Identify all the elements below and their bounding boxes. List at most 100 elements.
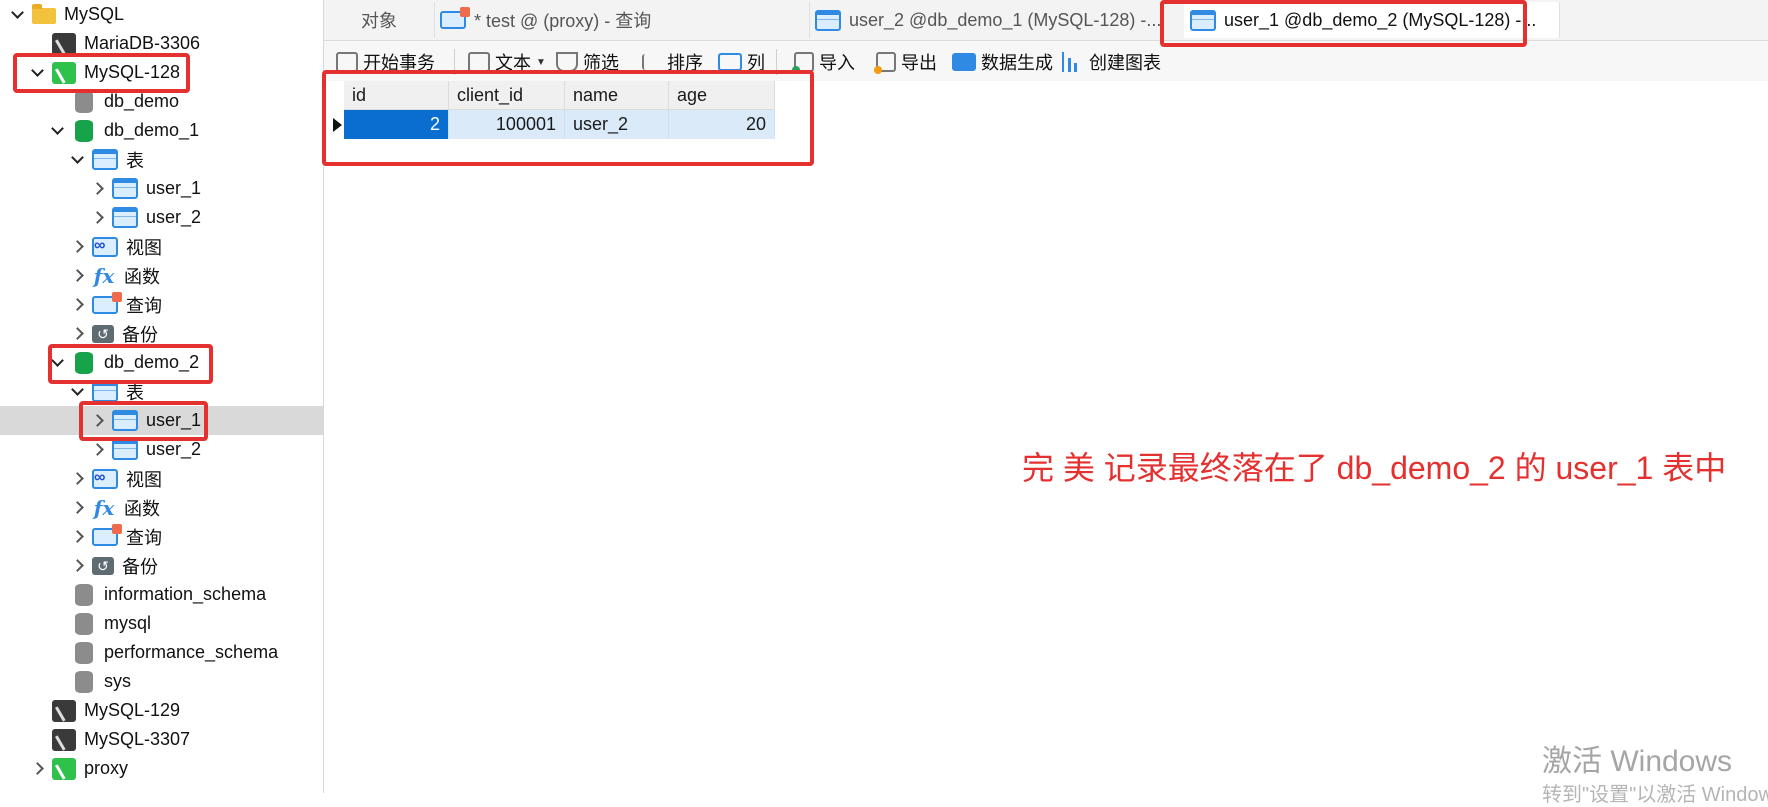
- tree-item-label: 函数: [124, 498, 160, 519]
- table-data-view: id client_id name age 2 100001 user_2 20…: [324, 81, 1768, 793]
- chevron-right-icon[interactable]: [88, 441, 106, 459]
- tree-item-label: MariaDB-3306: [84, 33, 201, 53]
- import-icon: [792, 52, 814, 74]
- chevron-right-icon[interactable]: [68, 267, 86, 285]
- view-icon: [92, 468, 118, 489]
- create-chart-button[interactable]: 创建图表: [1062, 49, 1161, 75]
- database-icon: [75, 583, 93, 606]
- tree-item-backups[interactable]: ↺ 备份: [0, 551, 323, 580]
- tables-icon: [92, 381, 118, 402]
- tab-objects[interactable]: 对象: [324, 2, 435, 38]
- tree-item-label: 查询: [126, 295, 162, 316]
- function-icon: fx: [93, 495, 115, 520]
- highlight-box-active-tab: [1160, 0, 1527, 47]
- highlight-box-db-demo-2: [48, 344, 213, 384]
- tree-item-table-user-1[interactable]: user_1: [0, 174, 323, 203]
- tab-user-2-label: user_2 @db_demo_1 (MySQL-128) -...: [849, 9, 1162, 30]
- tree-item-label: MySQL: [64, 4, 125, 24]
- chevron-right-icon[interactable]: [68, 499, 86, 517]
- database-icon: [75, 90, 93, 113]
- create-chart-label: 创建图表: [1089, 53, 1161, 73]
- backup-icon: ↺: [92, 324, 114, 343]
- tree-item-label: 备份: [122, 556, 158, 577]
- tree-item-performance-schema[interactable]: performance_schema: [0, 638, 323, 667]
- tree-item-views[interactable]: 视图: [0, 232, 323, 261]
- table-icon: [112, 178, 138, 199]
- tree-item-db-demo-1[interactable]: db_demo_1: [0, 116, 323, 145]
- table-icon: [112, 207, 138, 228]
- data-generation-icon: [952, 53, 976, 71]
- tree-item-label: 视图: [126, 237, 162, 258]
- tree-item-functions[interactable]: fx 函数: [0, 261, 323, 290]
- chevron-right-icon[interactable]: [68, 470, 86, 488]
- chevron-down-icon[interactable]: [68, 383, 86, 401]
- tree-item-label: sys: [104, 671, 131, 691]
- tree-item-label: mysql: [104, 613, 152, 633]
- tree-item-label: performance_schema: [104, 642, 279, 662]
- sort-icon: [642, 54, 662, 70]
- transaction-icon: [336, 52, 358, 72]
- database-icon: [75, 641, 93, 664]
- chevron-right-icon[interactable]: [68, 325, 86, 343]
- chart-icon: [1062, 52, 1084, 72]
- tree-item-mysql-group[interactable]: MySQL: [0, 0, 323, 29]
- tree-item-queries[interactable]: 查询: [0, 290, 323, 319]
- tab-objects-label: 对象: [361, 11, 397, 31]
- highlight-box-mysql-128: [13, 53, 190, 93]
- chevron-right-icon[interactable]: [68, 238, 86, 256]
- tree-item-label: 表: [126, 150, 144, 171]
- tab-user-2-db-demo-1[interactable]: user_2 @db_demo_1 (MySQL-128) -...: [809, 2, 1185, 38]
- data-generation-button[interactable]: 数据生成: [952, 49, 1053, 75]
- export-button[interactable]: 导出: [874, 49, 937, 75]
- tree-item-label: 函数: [124, 266, 160, 287]
- chevron-down-icon[interactable]: [8, 6, 26, 24]
- table-icon: [112, 439, 138, 460]
- tree-item-information-schema[interactable]: information_schema: [0, 580, 323, 609]
- tab-bar: 对象 * test @ (proxy) - 查询 user_2 @db_demo…: [324, 0, 1768, 41]
- tree-item-label: db_demo_1: [104, 120, 200, 140]
- tree-item-label: user_1: [146, 178, 202, 198]
- connection-active-icon: [52, 757, 76, 780]
- chevron-right-icon[interactable]: [68, 296, 86, 314]
- chevron-down-icon[interactable]: [68, 151, 86, 169]
- tree-item-label: proxy: [84, 758, 129, 778]
- tree-item-views[interactable]: 视图: [0, 464, 323, 493]
- tree-item-sys[interactable]: sys: [0, 667, 323, 696]
- export-label: 导出: [901, 53, 937, 73]
- connection-icon: [52, 699, 76, 722]
- tree-item-table-user-2[interactable]: user_2: [0, 203, 323, 232]
- tree-item-label: MySQL-3307: [84, 729, 191, 749]
- tree-item-mysql-3307[interactable]: MySQL-3307: [0, 725, 323, 754]
- tree-item-mysql-db[interactable]: mysql: [0, 609, 323, 638]
- annotation-text: 完 美 记录最终落在了 db_demo_2 的 user_1 表中: [1022, 450, 1727, 486]
- tree-item-label: 视图: [126, 469, 162, 490]
- folder-icon: [32, 4, 56, 24]
- chevron-right-icon[interactable]: [68, 557, 86, 575]
- tree-item-mysql-129[interactable]: MySQL-129: [0, 696, 323, 725]
- tab-query-test[interactable]: * test @ (proxy) - 查询: [434, 2, 810, 38]
- chevron-right-icon[interactable]: [88, 209, 106, 227]
- chevron-down-icon: ▼: [536, 56, 546, 68]
- query-icon: [440, 7, 470, 29]
- tree-item-label: user_2: [146, 439, 202, 459]
- chevron-right-icon[interactable]: [88, 180, 106, 198]
- tree-item-label: db_demo: [104, 91, 180, 111]
- chevron-right-icon[interactable]: [28, 760, 46, 778]
- query-icon: [92, 291, 122, 314]
- tree-item-label: user_2: [146, 207, 202, 227]
- tree-item-label: MySQL-129: [84, 700, 181, 720]
- database-icon: [75, 670, 93, 693]
- chevron-right-icon[interactable]: [68, 528, 86, 546]
- tree-item-functions[interactable]: fx 函数: [0, 493, 323, 522]
- tree-item-tables[interactable]: 表: [0, 145, 323, 174]
- tree-item-proxy[interactable]: proxy: [0, 754, 323, 783]
- table-icon: [815, 9, 841, 31]
- tree-item-queries[interactable]: 查询: [0, 522, 323, 551]
- chevron-down-icon[interactable]: [48, 122, 66, 140]
